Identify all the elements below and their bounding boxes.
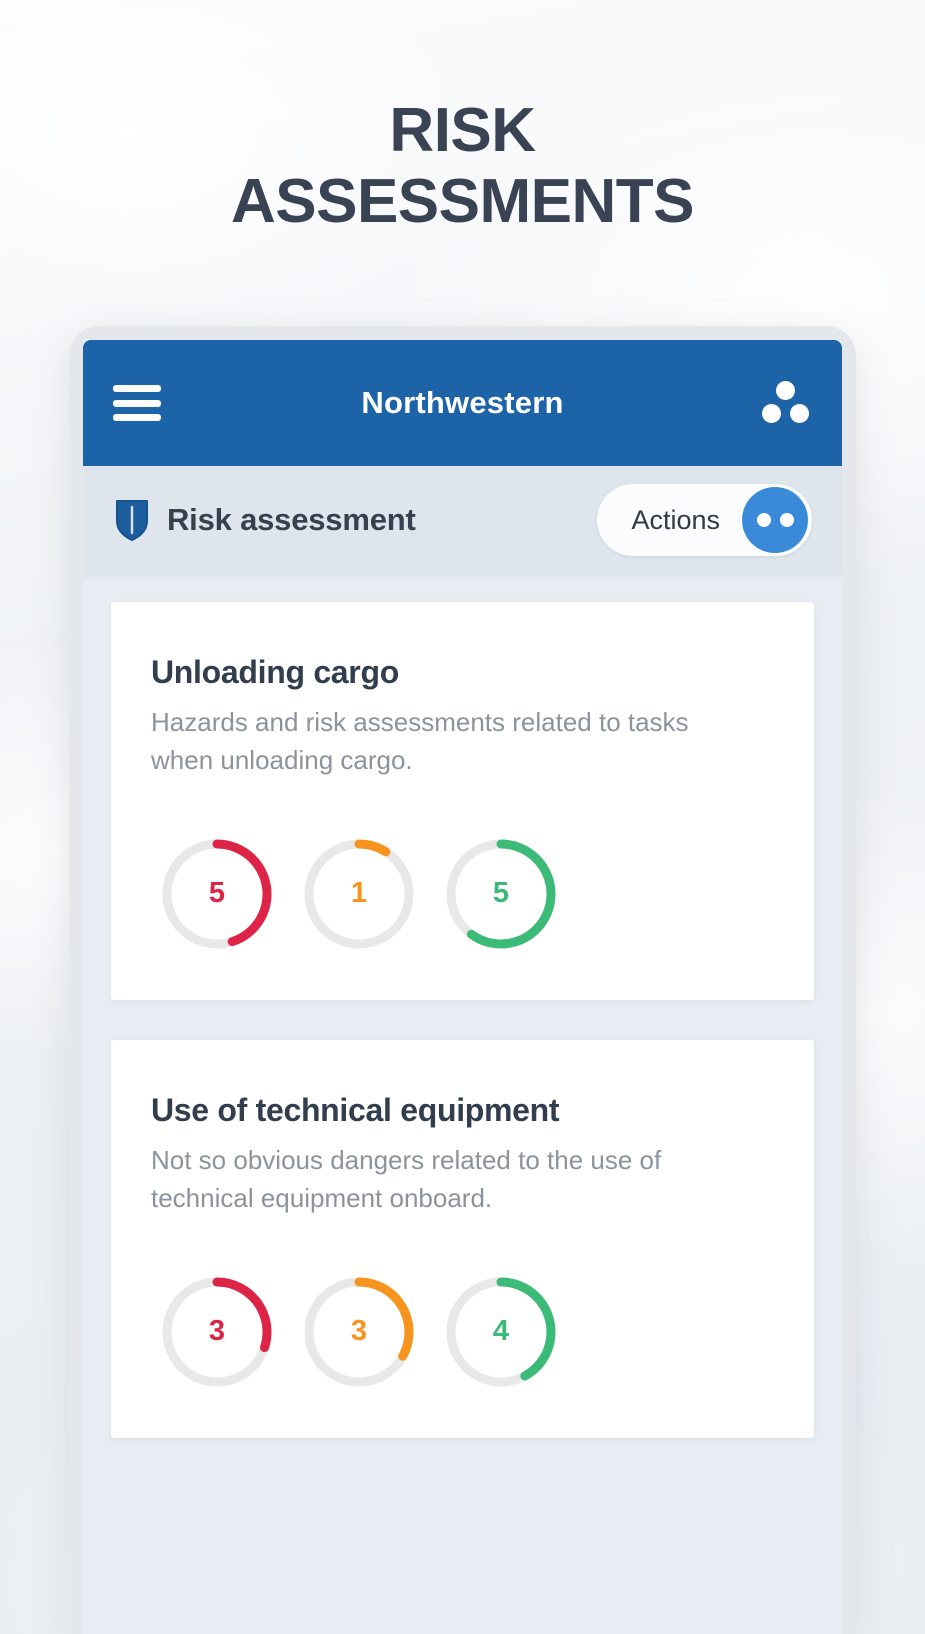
app-header-bar: Northwestern <box>83 340 842 466</box>
high-risk-gauge-value: 5 <box>208 877 226 910</box>
app-title: Northwestern <box>361 385 564 420</box>
three-dot-cluster-icon[interactable] <box>760 380 812 426</box>
risk-gauge-group: 3 3 4 <box>151 1272 774 1392</box>
hamburger-line <box>113 385 161 392</box>
card-title: Use of technical equipment <box>151 1091 560 1128</box>
low-risk-gauge-value: 4 <box>492 1315 510 1348</box>
phone-device-frame: Northwestern Risk assessment Actions Unl… <box>69 326 856 1634</box>
hamburger-line <box>113 399 161 407</box>
medium-risk-gauge[interactable]: 3 <box>299 1272 419 1392</box>
page-title-line-1: RISK <box>389 96 536 165</box>
section-header: Risk assessment Actions <box>83 466 842 574</box>
phone-screen: Northwestern Risk assessment Actions Unl… <box>83 340 842 1634</box>
two-dot-icon <box>742 487 808 553</box>
actions-button[interactable]: Actions <box>597 484 812 556</box>
risk-assessment-card[interactable]: Use of technical equipment Not so obviou… <box>111 1039 814 1438</box>
low-risk-gauge[interactable]: 5 <box>441 834 561 954</box>
low-risk-gauge[interactable]: 4 <box>441 1272 561 1392</box>
low-risk-gauge-value: 5 <box>492 877 510 910</box>
action-dot <box>779 513 794 527</box>
hamburger-line <box>113 414 161 421</box>
medium-risk-gauge[interactable]: 1 <box>299 834 419 954</box>
medium-risk-gauge-value: 3 <box>350 1315 368 1348</box>
card-list: Unloading cargo Hazards and risk assessm… <box>83 574 842 1634</box>
action-dot <box>756 513 771 527</box>
card-description: Hazards and risk assessments related to … <box>151 707 689 776</box>
high-risk-gauge[interactable]: 3 <box>157 1272 277 1392</box>
hamburger-icon[interactable] <box>113 385 161 421</box>
page-root: RISK ASSESSMENTS Northwestern Risk asses… <box>0 0 925 1634</box>
shield-icon <box>116 500 148 541</box>
high-risk-gauge[interactable]: 5 <box>157 834 277 954</box>
cluster-dot <box>790 404 809 423</box>
risk-assessment-card[interactable]: Unloading cargo Hazards and risk assessm… <box>111 602 814 1000</box>
risk-gauge-group: 5 1 5 <box>151 834 774 954</box>
actions-button-label: Actions <box>631 504 720 535</box>
cluster-dot <box>776 381 795 400</box>
card-description: Not so obvious dangers related to the us… <box>151 1144 662 1214</box>
cluster-dot <box>762 404 781 423</box>
medium-risk-gauge-value: 1 <box>350 877 368 910</box>
page-title: RISK ASSESSMENTS <box>0 96 925 237</box>
section-title: Risk assessment <box>167 502 416 537</box>
high-risk-gauge-value: 3 <box>208 1315 226 1348</box>
page-title-line-2: ASSESSMENTS <box>230 166 695 236</box>
card-title: Unloading cargo <box>151 654 399 690</box>
